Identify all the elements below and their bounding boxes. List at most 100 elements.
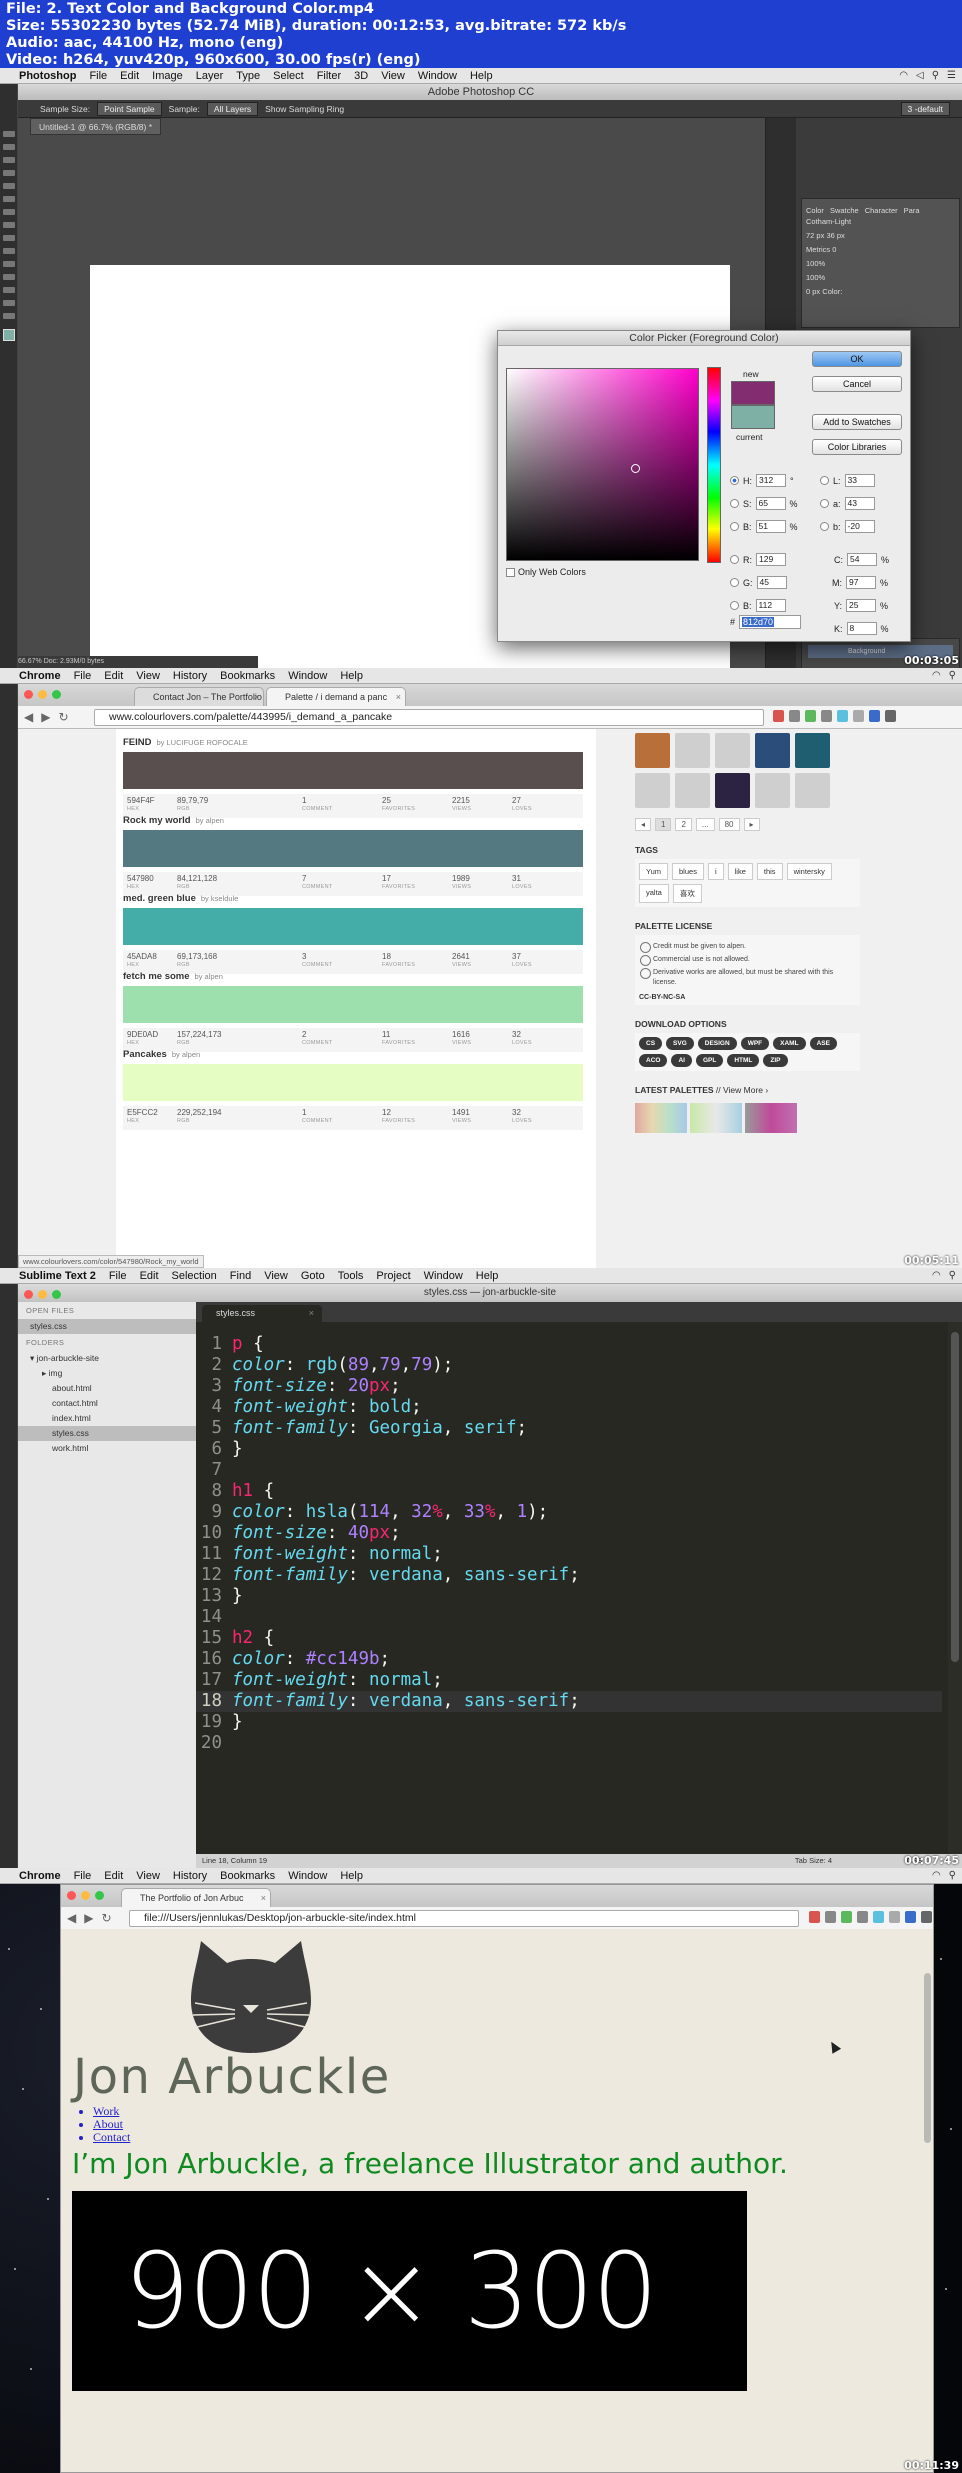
s-field[interactable]: 65 [755, 497, 786, 510]
minimize-window-icon[interactable] [81, 1891, 90, 1900]
palette-name[interactable]: FEIND by LUCIFUGE ROFOCALE [123, 737, 603, 748]
menu-sublime[interactable]: Sublime Text 2 [19, 1270, 96, 1282]
wifi-icon[interactable]: ◠ [932, 670, 941, 681]
blue-radio[interactable] [730, 601, 739, 610]
reload-icon[interactable]: ↻ [58, 710, 68, 724]
tag[interactable]: like [727, 863, 753, 880]
menu-bookmarks[interactable]: Bookmarks [220, 1870, 275, 1882]
menu-view[interactable]: View [136, 670, 160, 682]
nav-link-work[interactable]: Work [93, 2104, 119, 2118]
palette-author[interactable]: by alpen [195, 972, 223, 981]
tag[interactable]: i [707, 863, 724, 880]
license-code[interactable]: CC-BY-NC-SA [639, 994, 856, 1001]
menu-selection[interactable]: Selection [172, 1270, 217, 1282]
back-icon[interactable]: ◀ [24, 710, 33, 724]
lab-b-field[interactable]: -20 [844, 520, 875, 533]
avatar[interactable] [755, 773, 790, 808]
tab-portfolio[interactable]: The Portfolio of Jon Arbuc × [121, 1888, 271, 1907]
code-area[interactable]: 1p { 2 color: rgb(89,79,79); 3 font-size… [196, 1334, 942, 1754]
move-tool-icon[interactable] [3, 131, 15, 137]
zoom-tool-icon[interactable] [3, 313, 15, 319]
tag[interactable]: this [756, 863, 783, 880]
close-window-icon[interactable] [67, 1891, 76, 1900]
menu-view[interactable]: View [264, 1270, 288, 1282]
close-tab-icon[interactable]: × [396, 688, 401, 706]
gradient-tool-icon[interactable] [3, 235, 15, 241]
extension-icon[interactable] [841, 1911, 852, 1923]
color-field-cursor[interactable] [631, 464, 640, 473]
menu-find[interactable]: Find [230, 1270, 251, 1282]
minimize-window-icon[interactable] [38, 690, 47, 699]
menu-3d[interactable]: 3D [354, 70, 368, 82]
extension-icon[interactable] [837, 710, 848, 722]
page-2[interactable]: 2 [675, 818, 692, 831]
tab-color[interactable]: Color [806, 206, 824, 215]
extension-icon[interactable] [905, 1911, 916, 1923]
menu-photoshop[interactable]: Photoshop [19, 70, 76, 82]
path-tool-icon[interactable] [3, 274, 15, 280]
tab-contact[interactable]: Contact Jon – The Portfolio × [134, 687, 264, 706]
avatar[interactable] [635, 773, 670, 808]
download-button[interactable]: WPF [740, 1037, 770, 1050]
palette-card[interactable]: med. green blue by kseldule 45ADA8 HEX 69,17… [123, 893, 603, 974]
k-field[interactable]: 8 [846, 622, 877, 635]
list-icon[interactable]: ☰ [947, 70, 956, 81]
menu-help[interactable]: Help [340, 670, 363, 682]
palette-card[interactable]: fetch me some by alpen 9DE0AD HEX 157,224,17… [123, 971, 603, 1052]
avatar[interactable] [715, 773, 750, 808]
folder-item[interactable]: ▾ jon-arbuckle-site [18, 1351, 196, 1366]
menu-window[interactable]: Window [418, 70, 457, 82]
file-item[interactable]: work.html [18, 1441, 196, 1456]
latest-palette[interactable] [690, 1103, 742, 1133]
l-radio[interactable] [820, 476, 829, 485]
folder-item[interactable]: ▸ img [18, 1366, 196, 1381]
scrollbar[interactable] [924, 1973, 931, 2143]
only-web-colors-checkbox[interactable] [506, 567, 515, 577]
search-icon[interactable]: ⚲ [949, 1870, 956, 1881]
palette-swatch[interactable] [123, 986, 583, 1023]
menu-file[interactable]: File [109, 1270, 127, 1282]
download-button[interactable]: GPL [695, 1054, 724, 1067]
color-field[interactable] [506, 368, 699, 561]
open-file-item[interactable]: styles.css [18, 1319, 196, 1334]
menu-goto[interactable]: Goto [301, 1270, 325, 1282]
palette-author[interactable]: by LUCIFUGE ROFOCALE [157, 738, 248, 747]
menu-history[interactable]: History [173, 670, 207, 682]
extension-icon[interactable] [857, 1911, 868, 1923]
minimize-window-icon[interactable] [38, 1290, 47, 1299]
wifi-icon[interactable]: ◠ [899, 70, 908, 81]
l-field[interactable]: 33 [844, 474, 875, 487]
eraser-tool-icon[interactable] [3, 222, 15, 228]
a-field[interactable]: 43 [844, 497, 875, 510]
reload-icon[interactable]: ↻ [101, 1911, 111, 1925]
close-tab-icon[interactable]: × [261, 1889, 266, 1907]
tab-palette[interactable]: Palette / i demand a panc × [266, 687, 406, 706]
download-button[interactable]: XAML [773, 1037, 806, 1050]
palette-card[interactable]: FEIND by LUCIFUGE ROFOCALE 594F4F HEX 89,79,… [123, 737, 603, 818]
extension-icon[interactable] [825, 1911, 836, 1923]
tab-character[interactable]: Character [865, 206, 898, 215]
r-radio[interactable] [730, 555, 739, 564]
b-field[interactable]: 51 [755, 520, 786, 533]
pinterest-icon[interactable] [809, 1911, 820, 1923]
menu-edit[interactable]: Edit [140, 1270, 159, 1282]
h-field[interactable]: 312 [756, 474, 786, 487]
palette-swatch[interactable] [123, 1064, 583, 1101]
brush-tool-icon[interactable] [3, 196, 15, 202]
volume-icon[interactable]: ◁ [916, 70, 924, 81]
tag[interactable]: 喜欢 [672, 884, 702, 903]
zoom-window-icon[interactable] [52, 690, 61, 699]
leading-field[interactable]: 36 px [826, 231, 844, 240]
menu-layer[interactable]: Layer [196, 70, 224, 82]
zoom-level[interactable]: 66.67% [18, 658, 42, 665]
menu-help[interactable]: Help [470, 70, 493, 82]
menu-help[interactable]: Help [340, 1870, 363, 1882]
nav-link-about[interactable]: About [93, 2117, 123, 2131]
extension-icon[interactable] [873, 1911, 884, 1923]
hand-tool-icon[interactable] [3, 300, 15, 306]
menu-project[interactable]: Project [376, 1270, 410, 1282]
forward-icon[interactable]: ▶ [84, 1911, 93, 1925]
palette-swatch[interactable] [123, 908, 583, 945]
download-button[interactable]: ASE [809, 1037, 837, 1050]
ok-button[interactable]: OK [812, 351, 902, 367]
